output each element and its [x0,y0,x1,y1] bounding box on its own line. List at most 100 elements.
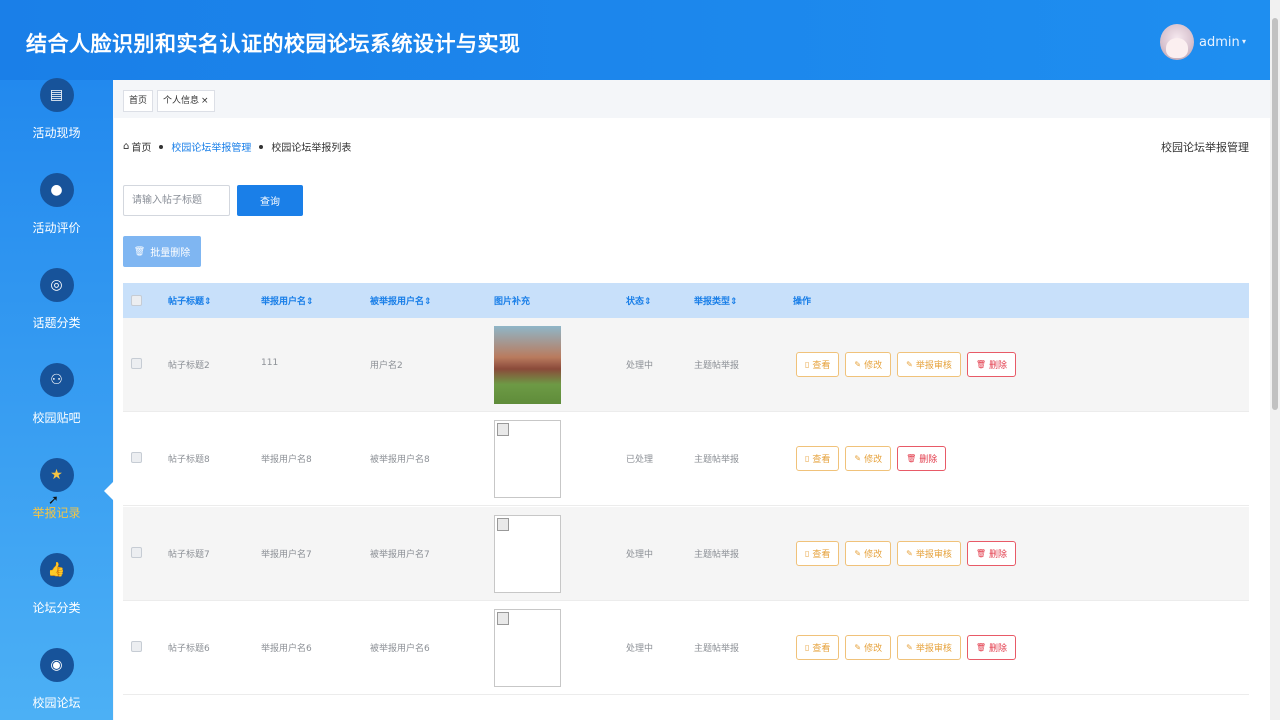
column-header-reported[interactable]: 被举报用户名⇕ [370,294,432,307]
broken-image-icon[interactable] [494,420,561,498]
cell-reported: 被举报用户名8 [370,455,430,465]
edit-button[interactable]: ✎ 修改 [845,635,892,660]
breadcrumb-level1[interactable]: 校园论坛举报管理 [171,139,251,154]
sidebar-item[interactable]: ● 活动评价 [0,173,113,236]
breadcrumb-home[interactable]: 首页 [131,139,151,154]
edit-icon: ✎ [906,643,913,652]
column-header-status[interactable]: 状态⇕ [626,294,652,307]
table-row: 帖子标题2 111 用户名2 处理中 主题帖举报 ▯ 查看 ✎ 修改 ✎ 举报审核 🗑 删除 [123,318,1249,412]
chevron-down-icon[interactable]: ▾ [1242,37,1246,46]
breadcrumb-separator [259,144,264,149]
row-actions: ▯ 查看 ✎ 修改 ✎ 举报审核 🗑 删除 [796,541,1017,566]
column-header-image: 图片补充 [494,297,531,307]
tab-profile[interactable]: 个人信息 × [157,90,215,112]
review-button[interactable]: ✎ 举报审核 [897,541,961,566]
review-button[interactable]: ✎ 举报审核 [897,635,961,660]
avatar[interactable] [1160,24,1194,60]
cell-title: 帖子标题7 [168,550,210,560]
edit-button[interactable]: ✎ 修改 [845,446,892,471]
page-title: 校园论坛举报管理 [1161,141,1249,154]
view-button[interactable]: ▯ 查看 [796,352,840,377]
cell-title: 帖子标题2 [168,361,210,371]
row-checkbox[interactable] [131,547,142,558]
top-header: 结合人脸识别和实名认证的校园论坛系统设计与实现 admin ▾ [0,0,1270,80]
document-icon: ▯ [805,643,810,652]
breadcrumb-separator [159,144,164,149]
action-label: 举报审核 [915,644,952,654]
action-label: 修改 [864,455,883,465]
row-actions: ▯ 查看 ✎ 修改 ✎ 举报审核 🗑 删除 [796,352,1017,377]
edit-button[interactable]: ✎ 修改 [845,541,892,566]
view-button[interactable]: ▯ 查看 [796,541,840,566]
edit-icon: ✎ [906,360,913,369]
batch-delete-button[interactable]: 🗑 批量删除 [123,236,201,267]
mouse-cursor-icon: ➚ [48,493,59,508]
sidebar-item[interactable]: ★ 举报记录 [0,458,113,521]
sidebar-item-label: 校园贴吧 [32,411,81,425]
view-button[interactable]: ▯ 查看 [796,635,840,660]
star-icon: ★ [39,458,74,492]
delete-button[interactable]: 🗑 删除 [966,352,1017,377]
table-header: 帖子标题⇕ 举报用户名⇕ 被举报用户名⇕ 图片补充 状态⇕ 举报类型⇕ 操作 [123,283,1249,318]
edit-icon: ✎ [854,360,862,369]
user-name[interactable]: admin [1199,35,1240,50]
close-icon[interactable]: × [201,96,209,106]
broken-image-icon[interactable] [494,515,561,593]
sidebar-item[interactable]: ◉ 校园论坛 [0,648,113,711]
sidebar-item-label: 活动现场 [32,126,81,140]
sidebar-item-label: 校园论坛 [32,696,81,710]
search-input[interactable] [123,185,230,216]
sidebar-item[interactable]: ▤ 活动现场 [0,78,113,141]
delete-button[interactable]: 🗑 删除 [897,446,947,471]
trash-icon: 🗑 [133,246,146,256]
row-checkbox[interactable] [131,641,142,652]
sidebar-item[interactable]: 👍 论坛分类 [0,553,113,616]
scrollbar-thumb[interactable] [1272,18,1278,410]
active-indicator [104,481,114,501]
view-button[interactable]: ▯ 查看 [796,446,840,471]
cell-reported: 被举报用户名6 [370,644,430,654]
tab-home-label: 首页 [129,96,148,106]
column-header-type[interactable]: 举报类型⇕ [694,294,738,307]
report-image[interactable] [494,326,561,404]
action-label: 查看 [812,644,831,654]
column-header-title[interactable]: 帖子标题⇕ [168,294,212,307]
tab-home[interactable]: 首页 [123,90,154,112]
cell-status: 已处理 [626,455,654,465]
row-actions: ▯ 查看 ✎ 修改 ✎ 举报审核 🗑 删除 [796,635,1017,660]
action-label: 删除 [989,550,1008,560]
sidebar-item[interactable]: ◎ 话题分类 [0,268,113,331]
scrollbar[interactable] [1270,0,1280,720]
table-row: 帖子标题6 举报用户名6 被举报用户名6 处理中 主题帖举报 ▯ 查看 ✎ 修改 ✎ 举报审核 🗑 删除 [123,601,1249,695]
delete-button[interactable]: 🗑 删除 [966,635,1017,660]
cell-type: 主题帖举报 [694,455,740,465]
row-checkbox[interactable] [131,358,142,369]
action-label: 删除 [989,644,1008,654]
document-icon: ▯ [805,454,810,463]
delete-button[interactable]: 🗑 删除 [966,541,1017,566]
review-button[interactable]: ✎ 举报审核 [897,352,961,377]
document-icon: ▤ [39,78,74,112]
trash-icon: 🗑 [975,643,987,652]
cell-reporter: 111 [261,358,279,368]
column-header-reporter[interactable]: 举报用户名⇕ [261,294,314,307]
sidebar-item-label: 话题分类 [32,316,81,330]
sidebar-item[interactable]: ⚇ 校园贴吧 [0,363,113,426]
edit-button[interactable]: ✎ 修改 [845,352,892,377]
action-label: 举报审核 [915,550,952,560]
search-button[interactable]: 查询 [237,185,303,216]
edit-icon: ✎ [854,643,862,652]
user-icon: ⚇ [39,363,74,397]
app-title: 结合人脸识别和实名认证的校园论坛系统设计与实现 [26,32,521,56]
cell-status: 处理中 [626,361,654,371]
edit-icon: ✎ [854,454,862,463]
cell-type: 主题帖举报 [694,361,740,371]
table-row: 帖子标题7 举报用户名7 被举报用户名7 处理中 主题帖举报 ▯ 查看 ✎ 修改 ✎ 举报审核 🗑 删除 [123,507,1249,601]
cell-title: 帖子标题6 [168,644,210,654]
eye-icon: ◉ [39,648,74,682]
row-checkbox[interactable] [131,452,142,463]
breadcrumb-level2: 校园论坛举报列表 [271,143,352,154]
broken-image-icon[interactable] [494,609,561,687]
table-row: 帖子标题8 举报用户名8 被举报用户名8 已处理 主题帖举报 ▯ 查看 ✎ 修改 🗑 删除 [123,412,1249,506]
select-all-checkbox[interactable] [131,295,142,306]
